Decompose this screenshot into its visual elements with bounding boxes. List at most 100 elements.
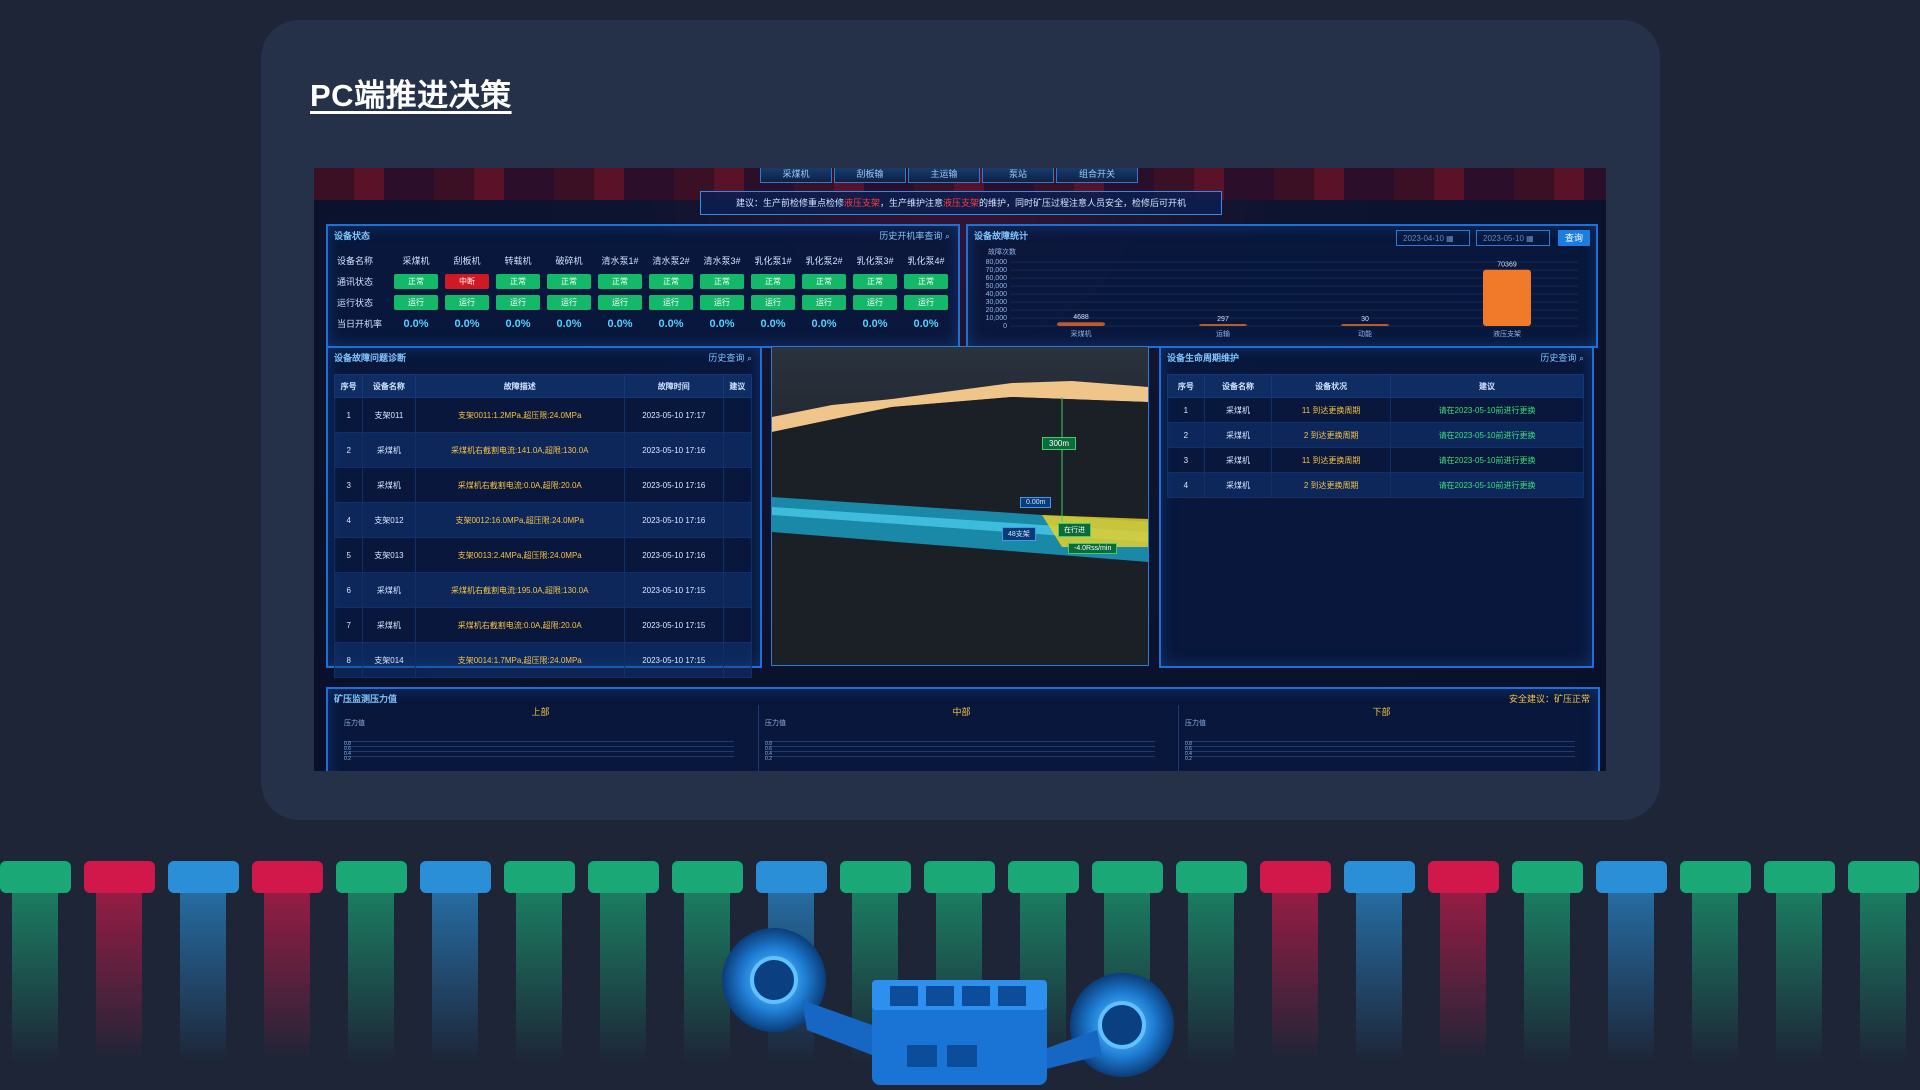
lifecycle-panel: 设备生命周期维护 历史查询 ⌕ 序号 设备名称 设备状况 建议 1 采煤机 11 到达更换周…: [1159, 346, 1594, 668]
run-cell: 运行: [545, 294, 593, 311]
history-query-link[interactable]: 历史查询 ⌕: [708, 351, 752, 364]
table-cell: [722, 607, 753, 643]
table-cell: 采煤机: [1203, 447, 1273, 473]
run-cell: 运行: [800, 294, 848, 311]
moving-tag: 在行进: [1058, 523, 1091, 537]
pressure-section: 下部 压力值 0.8 0.6 0.4 0.2: [1178, 705, 1584, 771]
search-icon: ⌕: [944, 231, 950, 241]
table-cell: 4: [333, 502, 364, 538]
stripe-bar: [1524, 893, 1570, 1063]
history-query-link[interactable]: 历史查询 ⌕: [1540, 351, 1584, 364]
table-cell: 1: [1167, 397, 1205, 423]
comm-cell: 正常: [749, 273, 797, 290]
stripe-tab: [1260, 861, 1331, 893]
table-cell: 请在2023-05-10前进行更换: [1390, 447, 1584, 473]
table-row[interactable]: 1 采煤机 11 到达更换周期 请在2023-05-10前进行更换: [1167, 397, 1584, 423]
table-cell: 2023-05-10 17:15: [623, 607, 724, 643]
column-header: 设备名称: [362, 374, 416, 398]
stripe-bar: [264, 893, 310, 1063]
run-status-badge: 运行: [802, 295, 846, 310]
stripe-tab: [1512, 861, 1583, 893]
run-status-badge: 运行: [700, 295, 744, 310]
comm-status-badge: 正常: [853, 274, 897, 289]
y-axis-label: 压力值: [765, 720, 786, 727]
comm-cell: 正常: [800, 273, 848, 290]
table-cell: 2: [1167, 422, 1205, 448]
table-cell: 2023-05-10 17:16: [623, 432, 724, 468]
comm-cell: 正常: [494, 273, 542, 290]
comm-cell: 正常: [545, 273, 593, 290]
stripe-bar: [1608, 893, 1654, 1063]
fault-chart: 故障次数 80,00070,00060,00050,00040,00030,000…: [986, 247, 1578, 338]
device-name: 清水泵2#: [652, 256, 690, 266]
nav-tab-pump[interactable]: 泵站: [982, 168, 1054, 183]
comm-status-badge: 正常: [700, 274, 744, 289]
stripe-bar: [180, 893, 226, 1063]
comm-cell: 正常: [698, 273, 746, 290]
column-header: 序号: [1167, 374, 1205, 398]
mine-3d-view[interactable]: 300m 0.00m 48支架 在行进 -4.0Rss/min: [771, 346, 1149, 666]
stripe-tab: [504, 861, 575, 893]
table-row[interactable]: 2 采煤机 采煤机右截割电流:141.0A,超限:130.0A 2023-05-10 …: [333, 432, 753, 468]
run-status-badge: 运行: [547, 295, 591, 310]
table-cell: 支架0013:2.4MPa,超压限:24.0MPa: [414, 537, 625, 573]
speed-tag: -4.0Rss/min: [1068, 543, 1118, 554]
comm-cell: 正常: [596, 273, 644, 290]
table-cell: 支架0012:16.0MPa,超压限:24.0MPa: [414, 502, 625, 538]
bar[interactable]: [1199, 324, 1247, 326]
row-label: 运行状态: [337, 298, 374, 308]
table-cell: [722, 572, 753, 608]
nav-tab-switch[interactable]: 组合开关: [1056, 168, 1138, 183]
history-rate-link[interactable]: 历史开机率查询 ⌕: [879, 229, 950, 242]
table-row[interactable]: 6 采煤机 采煤机右截割电流:195.0A,超限:130.0A 2023-05-10 …: [333, 572, 753, 608]
advice-banner: 建议：生产前检修重点检修液压支架，生产维护注意液压支架的维护，同时矿压过程注意人…: [700, 191, 1222, 215]
device-name: 乳化泵1#: [754, 256, 792, 266]
bar[interactable]: [1057, 322, 1105, 326]
table-row[interactable]: 5 支架013 支架0013:2.4MPa,超压限:24.0MPa 2023-05-1…: [333, 537, 753, 573]
stripe-tab: [1344, 861, 1415, 893]
comm-cell: 正常: [851, 273, 899, 290]
table-row[interactable]: 4 支架012 支架0012:16.0MPa,超压限:24.0MPa 2023-05-…: [333, 502, 753, 538]
table-row[interactable]: 8 支架014 支架0014:1.7MPa,超压限:24.0MPa 2023-05-1…: [333, 642, 753, 678]
table-row[interactable]: 4 采煤机 2 到达更换周期 请在2023-05-10前进行更换: [1167, 472, 1584, 498]
device-name: 破碎机: [555, 256, 583, 266]
table-cell: 采煤机右截割电流:141.0A,超限:130.0A: [414, 432, 625, 468]
stripe-bar: [1776, 893, 1822, 1063]
stripe-bar: [600, 893, 646, 1063]
table-row[interactable]: 7 采煤机 采煤机右截割电流:0.0A,超限:20.0A 2023-05-10 17:…: [333, 607, 753, 643]
column-header: 故障描述: [414, 374, 625, 398]
stripe-tab: [840, 861, 911, 893]
nav-tab-main-transport[interactable]: 主运输: [908, 168, 980, 183]
dashboard-screenshot: 采煤机 刮板输 主运输 泵站 组合开关 建议：生产前检修重点检修液压支架，生产维…: [314, 168, 1606, 771]
pressure-tick: 0.2: [765, 756, 1155, 762]
bar[interactable]: [1341, 324, 1389, 326]
tunnel-illustration: [772, 381, 1148, 665]
device-name: 乳化泵3#: [856, 256, 894, 266]
search-icon: ⌕: [746, 353, 752, 363]
calendar-icon: ▦: [1446, 234, 1454, 243]
y-tick-label: 80,000: [986, 259, 1008, 266]
comm-status-badge: 正常: [394, 274, 438, 289]
table-cell: 采煤机: [1203, 422, 1273, 448]
row-label: 通讯状态: [337, 277, 374, 287]
y-tick-label: 70,000: [986, 267, 1008, 274]
comm-status-badge: 正常: [904, 274, 948, 289]
uptime-rate: 0.0%: [505, 317, 531, 330]
bar[interactable]: [1483, 269, 1531, 326]
table-cell: 2023-05-10 17:15: [623, 642, 724, 678]
table-cell: 采煤机: [1203, 472, 1273, 498]
table-row[interactable]: 3 采煤机 采煤机右截割电流:0.0A,超限:20.0A 2023-05-10 17:…: [333, 467, 753, 503]
device-name: 乳化泵2#: [805, 256, 843, 266]
table-cell: 2023-05-10 17:15: [623, 572, 724, 608]
table-row[interactable]: 3 采煤机 11 到达更换周期 请在2023-05-10前进行更换: [1167, 447, 1584, 473]
uptime-rate: 0.0%: [862, 317, 888, 330]
nav-tab-scraper[interactable]: 刮板输: [834, 168, 906, 183]
stripe-tab: [1680, 861, 1751, 893]
table-row[interactable]: 1 支架011 支架0011:1.2MPa,超压限:24.0MPa 2023-05-1…: [333, 397, 753, 433]
comm-cell: 正常: [902, 273, 950, 290]
nav-tab-shearer[interactable]: 采煤机: [760, 168, 832, 183]
y-axis-label: 故障次数: [988, 247, 1016, 256]
table-row[interactable]: 2 采煤机 2 到达更换周期 请在2023-05-10前进行更换: [1167, 422, 1584, 448]
table-cell: 支架0011:1.2MPa,超压限:24.0MPa: [414, 397, 625, 433]
device-name: 清水泵1#: [601, 256, 639, 266]
